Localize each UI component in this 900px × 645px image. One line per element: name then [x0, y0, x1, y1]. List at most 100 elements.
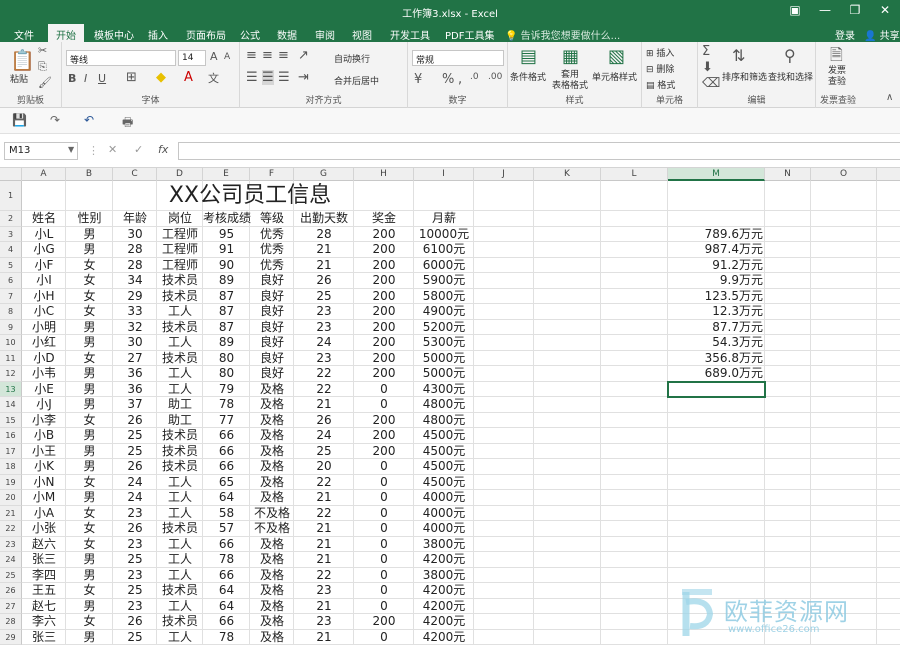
data-cell[interactable]: 助工: [157, 413, 203, 429]
data-cell[interactable]: 良好: [250, 273, 294, 289]
data-cell[interactable]: 优秀: [250, 227, 294, 243]
data-cell[interactable]: 及格: [250, 490, 294, 506]
column-header-A[interactable]: A: [22, 168, 66, 181]
header-cell[interactable]: 等级: [250, 211, 294, 227]
clear-icon[interactable]: ⌫: [702, 76, 720, 91]
data-cell[interactable]: 20: [294, 459, 354, 475]
format-table-button[interactable]: 套用 表格格式: [552, 70, 588, 92]
data-cell[interactable]: 0: [354, 537, 414, 553]
data-cell[interactable]: 0: [354, 382, 414, 398]
row-header-17[interactable]: 17: [0, 444, 22, 460]
data-cell[interactable]: 0: [354, 630, 414, 645]
data-cell[interactable]: 66: [203, 444, 250, 460]
data-cell[interactable]: 200: [354, 273, 414, 289]
data-cell[interactable]: 64: [203, 583, 250, 599]
row-header-5[interactable]: 5: [0, 258, 22, 274]
data-cell[interactable]: 3800元: [414, 537, 474, 553]
data-cell[interactable]: 及格: [250, 552, 294, 568]
m-value-cell[interactable]: 54.3万元: [668, 335, 765, 351]
data-cell[interactable]: 小王: [22, 444, 66, 460]
data-cell[interactable]: 66: [203, 428, 250, 444]
data-cell[interactable]: 21: [294, 521, 354, 537]
data-cell[interactable]: 小L: [22, 227, 66, 243]
data-cell[interactable]: 30: [113, 227, 157, 243]
print-preview-icon[interactable]: 🖶: [122, 113, 133, 134]
tab-review[interactable]: 审阅: [315, 27, 335, 42]
data-cell[interactable]: 28: [113, 242, 157, 258]
data-cell[interactable]: 5000元: [414, 366, 474, 382]
data-cell[interactable]: 24: [113, 490, 157, 506]
data-cell[interactable]: 及格: [250, 583, 294, 599]
data-cell[interactable]: 男: [66, 382, 113, 398]
column-header-I[interactable]: I: [414, 168, 474, 181]
row-header-8[interactable]: 8: [0, 304, 22, 320]
data-cell[interactable]: 27: [113, 351, 157, 367]
orientation-icon[interactable]: ↗: [298, 48, 309, 63]
data-cell[interactable]: 24: [294, 428, 354, 444]
data-cell[interactable]: 男: [66, 552, 113, 568]
decrease-font-icon[interactable]: A: [224, 52, 230, 62]
align-bottom-icon[interactable]: ≡: [278, 48, 289, 63]
data-cell[interactable]: 男: [66, 227, 113, 243]
insert-cells-button[interactable]: ⊞ 插入: [646, 46, 674, 59]
align-center-icon[interactable]: ☰: [262, 70, 274, 85]
data-cell[interactable]: 0: [354, 568, 414, 584]
data-cell[interactable]: 及格: [250, 614, 294, 630]
ribbon-display-icon[interactable]: ▣: [785, 3, 805, 17]
data-cell[interactable]: 技术员: [157, 444, 203, 460]
data-cell[interactable]: 200: [354, 289, 414, 305]
row-header-19[interactable]: 19: [0, 475, 22, 491]
data-cell[interactable]: 0: [354, 599, 414, 615]
name-box[interactable]: M13: [4, 142, 78, 160]
data-cell[interactable]: 4000元: [414, 490, 474, 506]
data-cell[interactable]: 4900元: [414, 304, 474, 320]
find-select-icon[interactable]: ⚲: [784, 46, 796, 65]
comma-icon[interactable]: ,: [458, 72, 462, 87]
tab-page-layout[interactable]: 页面布局: [186, 27, 226, 42]
autosum-icon[interactable]: Σ: [702, 44, 710, 59]
data-cell[interactable]: 技术员: [157, 320, 203, 336]
decrease-decimal-icon[interactable]: .00: [488, 72, 502, 82]
restore-button[interactable]: ❐: [845, 3, 865, 17]
data-cell[interactable]: 25: [294, 444, 354, 460]
data-cell[interactable]: 及格: [250, 630, 294, 645]
data-cell[interactable]: 4800元: [414, 397, 474, 413]
data-cell[interactable]: 66: [203, 568, 250, 584]
data-cell[interactable]: 23: [294, 351, 354, 367]
data-cell[interactable]: 小B: [22, 428, 66, 444]
data-cell[interactable]: 工人: [157, 568, 203, 584]
data-cell[interactable]: 小韦: [22, 366, 66, 382]
currency-icon[interactable]: ¥: [414, 72, 422, 87]
data-cell[interactable]: 200: [354, 258, 414, 274]
data-cell[interactable]: 小I: [22, 273, 66, 289]
data-cell[interactable]: 小K: [22, 459, 66, 475]
tab-developer[interactable]: 开发工具: [390, 27, 430, 42]
data-cell[interactable]: 小E: [22, 382, 66, 398]
data-cell[interactable]: 78: [203, 630, 250, 645]
data-cell[interactable]: 小G: [22, 242, 66, 258]
data-cell[interactable]: 及格: [250, 459, 294, 475]
data-cell[interactable]: 及格: [250, 444, 294, 460]
data-cell[interactable]: 5200元: [414, 320, 474, 336]
fill-icon[interactable]: ⬇: [702, 60, 713, 75]
data-cell[interactable]: 4200元: [414, 583, 474, 599]
data-cell[interactable]: 工人: [157, 382, 203, 398]
data-cell[interactable]: 87: [203, 289, 250, 305]
data-cell[interactable]: 32: [113, 320, 157, 336]
data-cell[interactable]: 25: [113, 444, 157, 460]
data-cell[interactable]: 技术员: [157, 614, 203, 630]
data-cell[interactable]: 男: [66, 397, 113, 413]
data-cell[interactable]: 男: [66, 630, 113, 645]
data-cell[interactable]: 22: [294, 506, 354, 522]
font-color-icon[interactable]: A: [184, 70, 193, 85]
share-button[interactable]: 👤 共享: [864, 27, 900, 42]
data-cell[interactable]: 23: [113, 506, 157, 522]
data-cell[interactable]: 21: [294, 630, 354, 645]
row-header-4[interactable]: 4: [0, 242, 22, 258]
data-cell[interactable]: 工人: [157, 335, 203, 351]
data-cell[interactable]: 4000元: [414, 521, 474, 537]
data-cell[interactable]: 男: [66, 320, 113, 336]
data-cell[interactable]: 5900元: [414, 273, 474, 289]
m-value-cell[interactable]: 987.4万元: [668, 242, 765, 258]
data-cell[interactable]: 工程师: [157, 258, 203, 274]
